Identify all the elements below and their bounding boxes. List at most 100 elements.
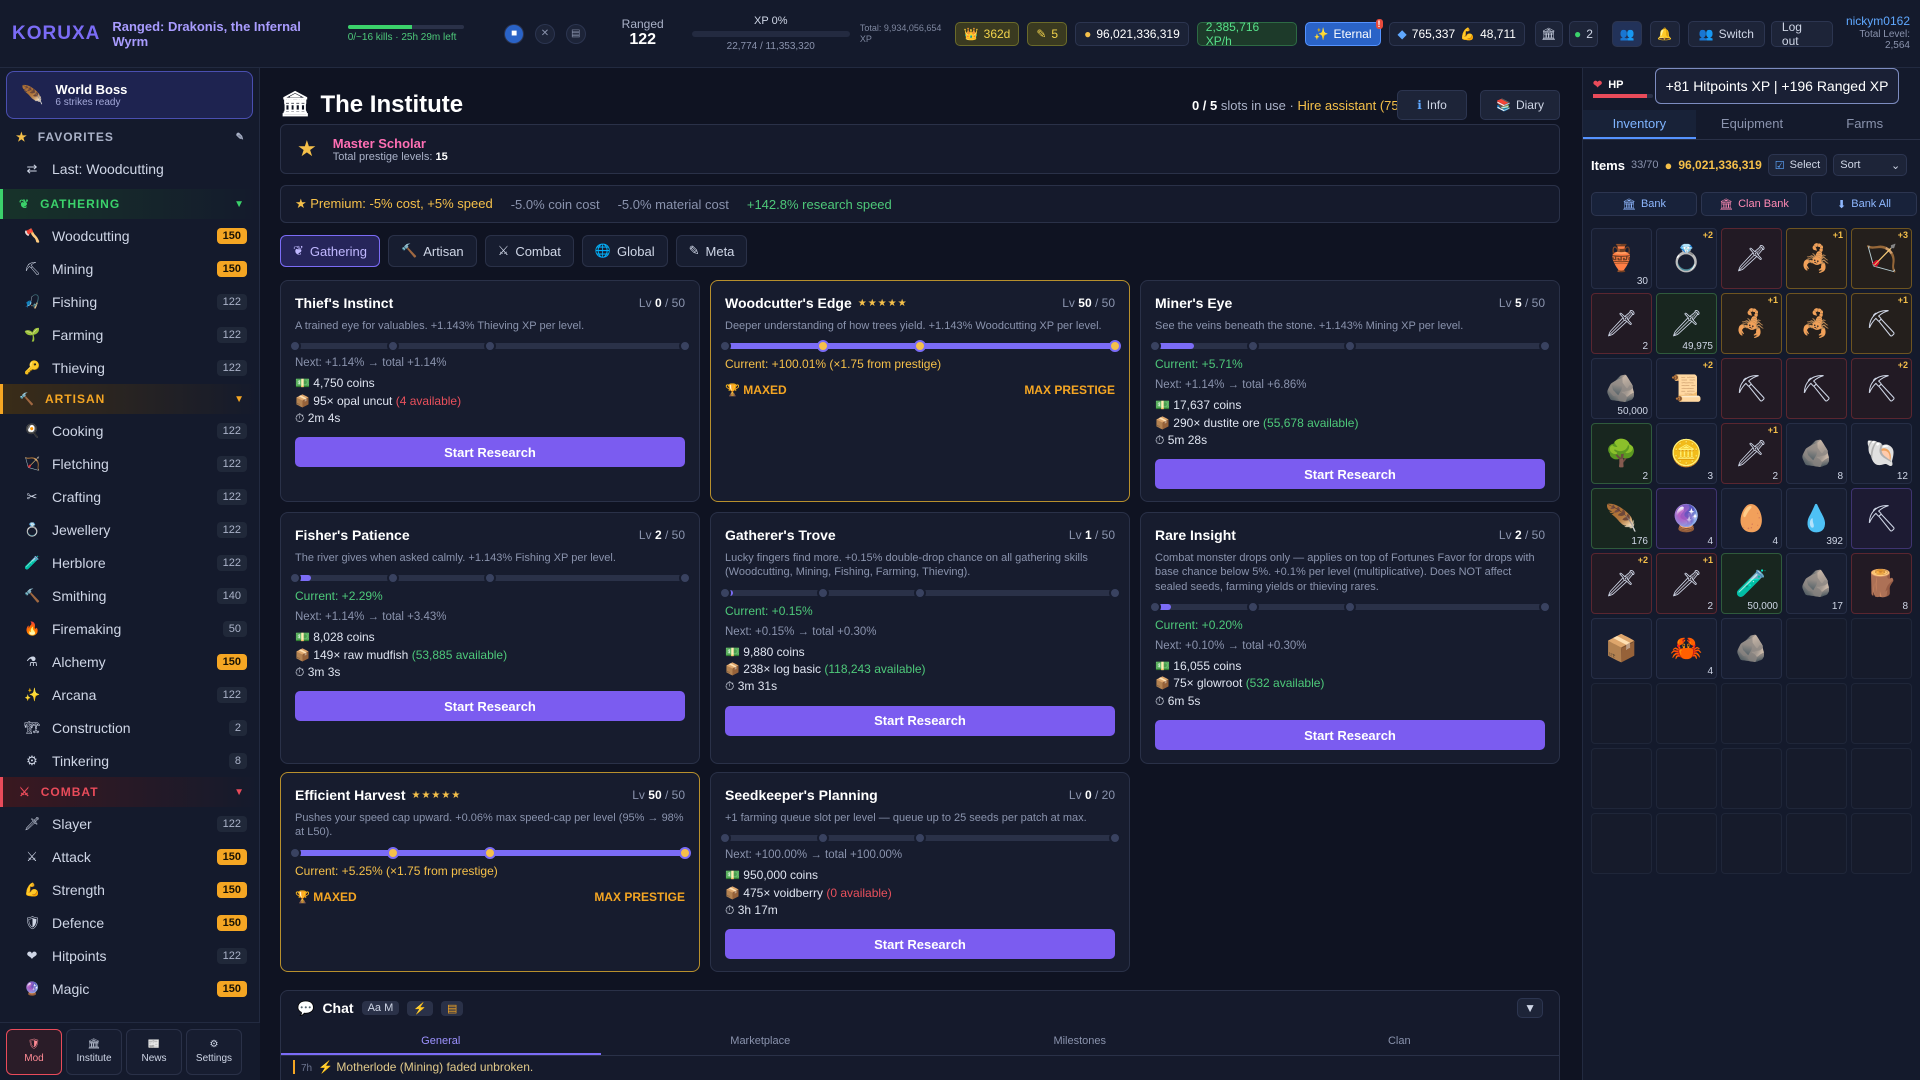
note-icon[interactable]: ▤: [440, 1000, 464, 1016]
inventory-slot-empty[interactable]: [1851, 748, 1912, 809]
online-count[interactable]: ● 2: [1568, 20, 1599, 47]
coins-chip[interactable]: ● 96,021,336,319: [1075, 21, 1189, 46]
tab-equipment[interactable]: Equipment: [1696, 110, 1809, 139]
chat-tab-milestones[interactable]: Milestones: [920, 1029, 1240, 1055]
inventory-slot[interactable]: 🪶 176: [1591, 488, 1652, 549]
inventory-slot[interactable]: 🥚 4: [1721, 488, 1782, 549]
sidebar-item-tinkering[interactable]: ⚙ Tinkering 8: [0, 744, 259, 777]
combat-header[interactable]: ⚔ COMBAT ▼: [0, 777, 259, 807]
inventory-slot[interactable]: 🧪 50,000: [1721, 553, 1782, 614]
sidebar-item-arcana[interactable]: ✨ Arcana 122: [0, 678, 259, 711]
start-research-button[interactable]: Start Research: [725, 929, 1115, 960]
inventory-slot-empty[interactable]: [1591, 683, 1652, 744]
world-boss-card[interactable]: 🪶 World Boss 6 strikes ready: [6, 71, 253, 119]
streak-chip[interactable]: 👑 362d: [954, 21, 1020, 46]
start-research-button[interactable]: Start Research: [1155, 720, 1545, 751]
switch-button[interactable]: 👥 Switch: [1687, 20, 1765, 47]
sort-select[interactable]: Sort ⌄: [1833, 154, 1908, 176]
inventory-slot[interactable]: ⛏ +2: [1851, 358, 1912, 419]
close-icon[interactable]: ✕: [535, 23, 555, 44]
inventory-slot[interactable]: 🪨 8: [1786, 423, 1847, 484]
inventory-slot[interactable]: 🦂 +1: [1786, 228, 1847, 289]
logout-button[interactable]: Log out: [1770, 20, 1833, 48]
inventory-slot[interactable]: 🏺 30: [1591, 228, 1652, 289]
inventory-slot-empty[interactable]: [1851, 813, 1912, 874]
inventory-slot[interactable]: 🐚 12: [1851, 423, 1912, 484]
inventory-slot[interactable]: 🗡 +2: [1591, 553, 1652, 614]
sidebar-item-firemaking[interactable]: 🔥 Firemaking 50: [0, 612, 259, 645]
info-button[interactable]: ℹ Info: [1397, 90, 1467, 120]
inventory-slot-empty[interactable]: [1656, 683, 1717, 744]
chat-tab-general[interactable]: General: [281, 1029, 601, 1055]
nav-institute[interactable]: 🏛 Institute: [66, 1028, 122, 1075]
inventory-slot[interactable]: 🪵 8: [1851, 553, 1912, 614]
inventory-slot-empty[interactable]: [1786, 683, 1847, 744]
bank-all-button[interactable]: ⬇ Bank All: [1811, 192, 1917, 216]
clipboard-icon[interactable]: ▤: [565, 23, 586, 44]
sidebar-item-smithing[interactable]: 🔨 Smithing 140: [0, 579, 259, 612]
nav-mod[interactable]: 🛡 Mod: [6, 1028, 62, 1075]
sidebar-item-slayer[interactable]: 🗡 Slayer 122: [0, 807, 259, 840]
sidebar-item-strength[interactable]: 💪 Strength 150: [0, 873, 259, 906]
inventory-slot[interactable]: 🌳 2: [1591, 423, 1652, 484]
friends-icon[interactable]: 👥: [1612, 20, 1642, 47]
edit-icon[interactable]: ✎: [236, 132, 245, 143]
select-button[interactable]: ☑ Select: [1767, 154, 1828, 176]
inventory-slot[interactable]: 💍 +2: [1656, 228, 1717, 289]
inventory-slot[interactable]: ⛏: [1721, 358, 1782, 419]
tab-combat[interactable]: ⚔ Combat: [484, 235, 574, 267]
tab-farms[interactable]: Farms: [1808, 110, 1920, 139]
tab-artisan[interactable]: 🔨 Artisan: [388, 235, 477, 267]
bank-button[interactable]: 🏛 Bank: [1591, 192, 1697, 216]
sidebar-item-herblore[interactable]: 🧪 Herblore 122: [0, 546, 259, 579]
chat-tab-marketplace[interactable]: Marketplace: [601, 1029, 921, 1055]
inventory-slot[interactable]: ⛏: [1786, 358, 1847, 419]
inventory-slot[interactable]: 🗡 49,975: [1656, 293, 1717, 354]
inventory-slot[interactable]: 🪙 3: [1656, 423, 1717, 484]
inventory-slot-empty[interactable]: [1656, 813, 1717, 874]
inventory-slot[interactable]: 💧 392: [1786, 488, 1847, 549]
start-research-button[interactable]: Start Research: [295, 691, 685, 722]
sidebar-item-magic[interactable]: 🔮 Magic 150: [0, 972, 259, 1005]
sidebar-item-attack[interactable]: ⚔ Attack 150: [0, 840, 259, 873]
inventory-slot-empty[interactable]: [1591, 748, 1652, 809]
tab-gathering[interactable]: ❦ Gathering: [280, 235, 380, 267]
nav-news[interactable]: 📰 News: [126, 1028, 182, 1075]
inventory-slot[interactable]: 🗡: [1721, 228, 1782, 289]
tools-chip[interactable]: ✎ 5: [1027, 21, 1068, 46]
start-research-button[interactable]: Start Research: [295, 437, 685, 468]
last-skill-item[interactable]: ⇄ Last: Woodcutting: [0, 152, 259, 185]
inventory-slot[interactable]: 🗡 2 +1: [1721, 423, 1782, 484]
inventory-slot-empty[interactable]: [1721, 813, 1782, 874]
inventory-slot[interactable]: 🦀 4: [1656, 618, 1717, 679]
inventory-slot-empty[interactable]: [1656, 748, 1717, 809]
sidebar-item-crafting[interactable]: ✂ Crafting 122: [0, 480, 259, 513]
sidebar-item-jewellery[interactable]: 💍 Jewellery 122: [0, 513, 259, 546]
inventory-slot[interactable]: 📜 +2: [1656, 358, 1717, 419]
artisan-header[interactable]: 🔨 ARTISAN ▼: [0, 384, 259, 414]
sidebar-item-woodcutting[interactable]: 🪓 Woodcutting 150: [0, 219, 259, 252]
logo[interactable]: KORUXA: [12, 23, 100, 45]
sidebar-item-fishing[interactable]: 🎣 Fishing 122: [0, 285, 259, 318]
inventory-slot-empty[interactable]: [1786, 748, 1847, 809]
inventory-slot-empty[interactable]: [1786, 618, 1847, 679]
user-info[interactable]: nickym0162 Total Level: 2,564: [1833, 14, 1910, 52]
clan-bank-button[interactable]: 🏛 Clan Bank: [1701, 192, 1807, 216]
font-size-button[interactable]: Aa M: [361, 1001, 400, 1015]
gathering-header[interactable]: ❦ GATHERING ▼: [0, 189, 259, 219]
bank-icon[interactable]: 🏛: [1534, 20, 1563, 47]
nav-settings[interactable]: ⚙ Settings: [186, 1028, 242, 1075]
sidebar-item-fletching[interactable]: 🏹 Fletching 122: [0, 447, 259, 480]
inventory-slot-empty[interactable]: [1786, 813, 1847, 874]
inventory-slot[interactable]: 🔮 4: [1656, 488, 1717, 549]
start-research-button[interactable]: Start Research: [1155, 459, 1545, 490]
diary-button[interactable]: 📚 Diary: [1480, 90, 1560, 120]
inventory-slot[interactable]: ⛏ +1: [1851, 293, 1912, 354]
bell-icon[interactable]: 🔔: [1649, 20, 1680, 47]
current-activity[interactable]: Ranged: Drakonis, the Infernal Wyrm: [112, 19, 337, 49]
inventory-slot[interactable]: ⛏: [1851, 488, 1912, 549]
favorites-header[interactable]: ★ FAVORITES ✎: [0, 122, 259, 152]
stop-icon[interactable]: ■: [504, 23, 525, 44]
inventory-slot[interactable]: 🗡 2 +1: [1656, 553, 1717, 614]
gems-chip[interactable]: ◆ 765,337 💪 48,711: [1388, 21, 1525, 46]
